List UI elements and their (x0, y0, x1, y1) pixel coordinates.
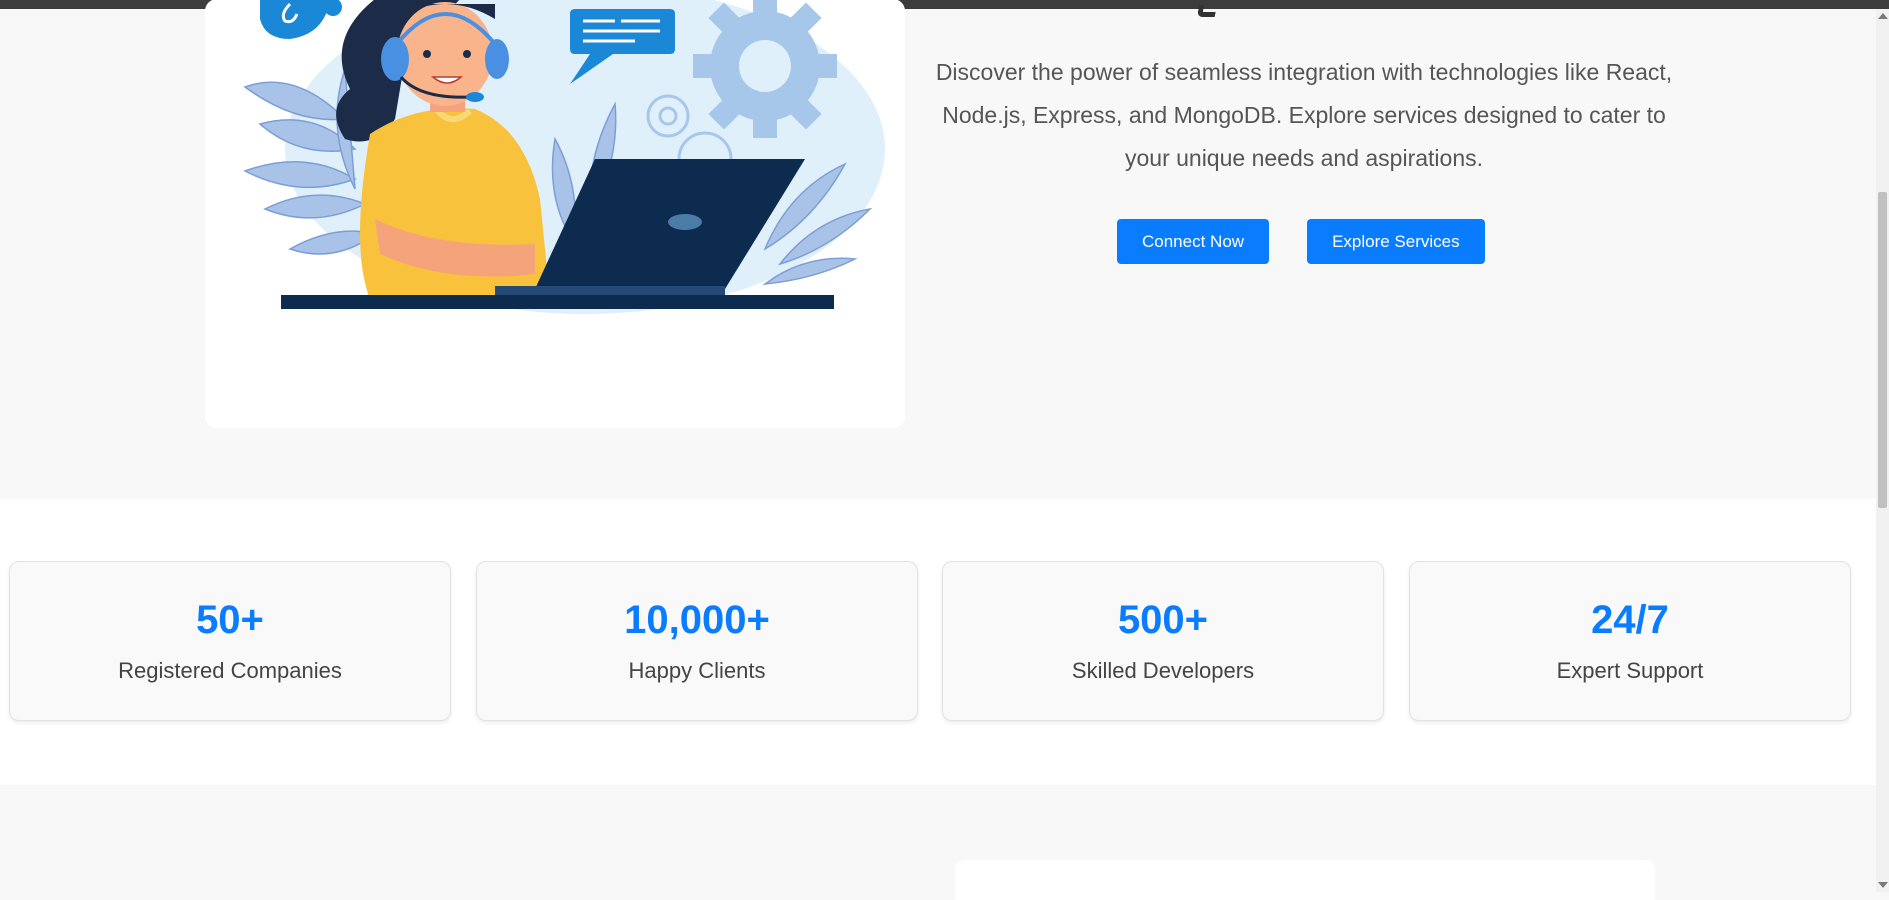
stat-card-clients: 10,000+ Happy Clients (476, 561, 918, 721)
stat-card-developers: 500+ Skilled Developers (942, 561, 1384, 721)
hero-illustration-card (205, 0, 905, 428)
stat-card-support: 24/7 Expert Support (1409, 561, 1851, 721)
stat-label: Registered Companies (118, 658, 342, 683)
stat-value: 500+ (1117, 598, 1209, 642)
customer-support-illustration (243, 0, 885, 314)
explore-services-button[interactable]: Explore Services (1307, 219, 1485, 264)
scroll-up-arrow-icon[interactable] (1878, 13, 1888, 19)
hero-description: Discover the power of seamless integrati… (935, 59, 1673, 171)
stats-section: 50+ Registered Companies 10,000+ Happy C… (0, 499, 1876, 785)
stat-value: 50+ (196, 598, 264, 642)
scroll-down-arrow-icon[interactable] (1878, 882, 1888, 888)
hero-title-fragment (1190, 0, 1230, 17)
stat-label: Expert Support (1556, 658, 1704, 683)
stat-card-companies: 50+ Registered Companies (9, 561, 451, 721)
stat-label: Happy Clients (628, 658, 766, 683)
stat-value: 10,000+ (624, 598, 770, 642)
hero-buttons: Connect Now Explore Services (1117, 219, 1485, 264)
next-section (0, 785, 1876, 900)
hero-section: Discover the power of seamless integrati… (0, 0, 1876, 499)
stat-value: 24/7 (1591, 598, 1669, 642)
vertical-scrollbar[interactable] (1876, 9, 1889, 892)
next-section-card (955, 860, 1655, 900)
connect-now-button[interactable]: Connect Now (1117, 219, 1270, 264)
scrollbar-thumb[interactable] (1878, 192, 1887, 508)
stat-label: Skilled Developers (1071, 658, 1255, 683)
